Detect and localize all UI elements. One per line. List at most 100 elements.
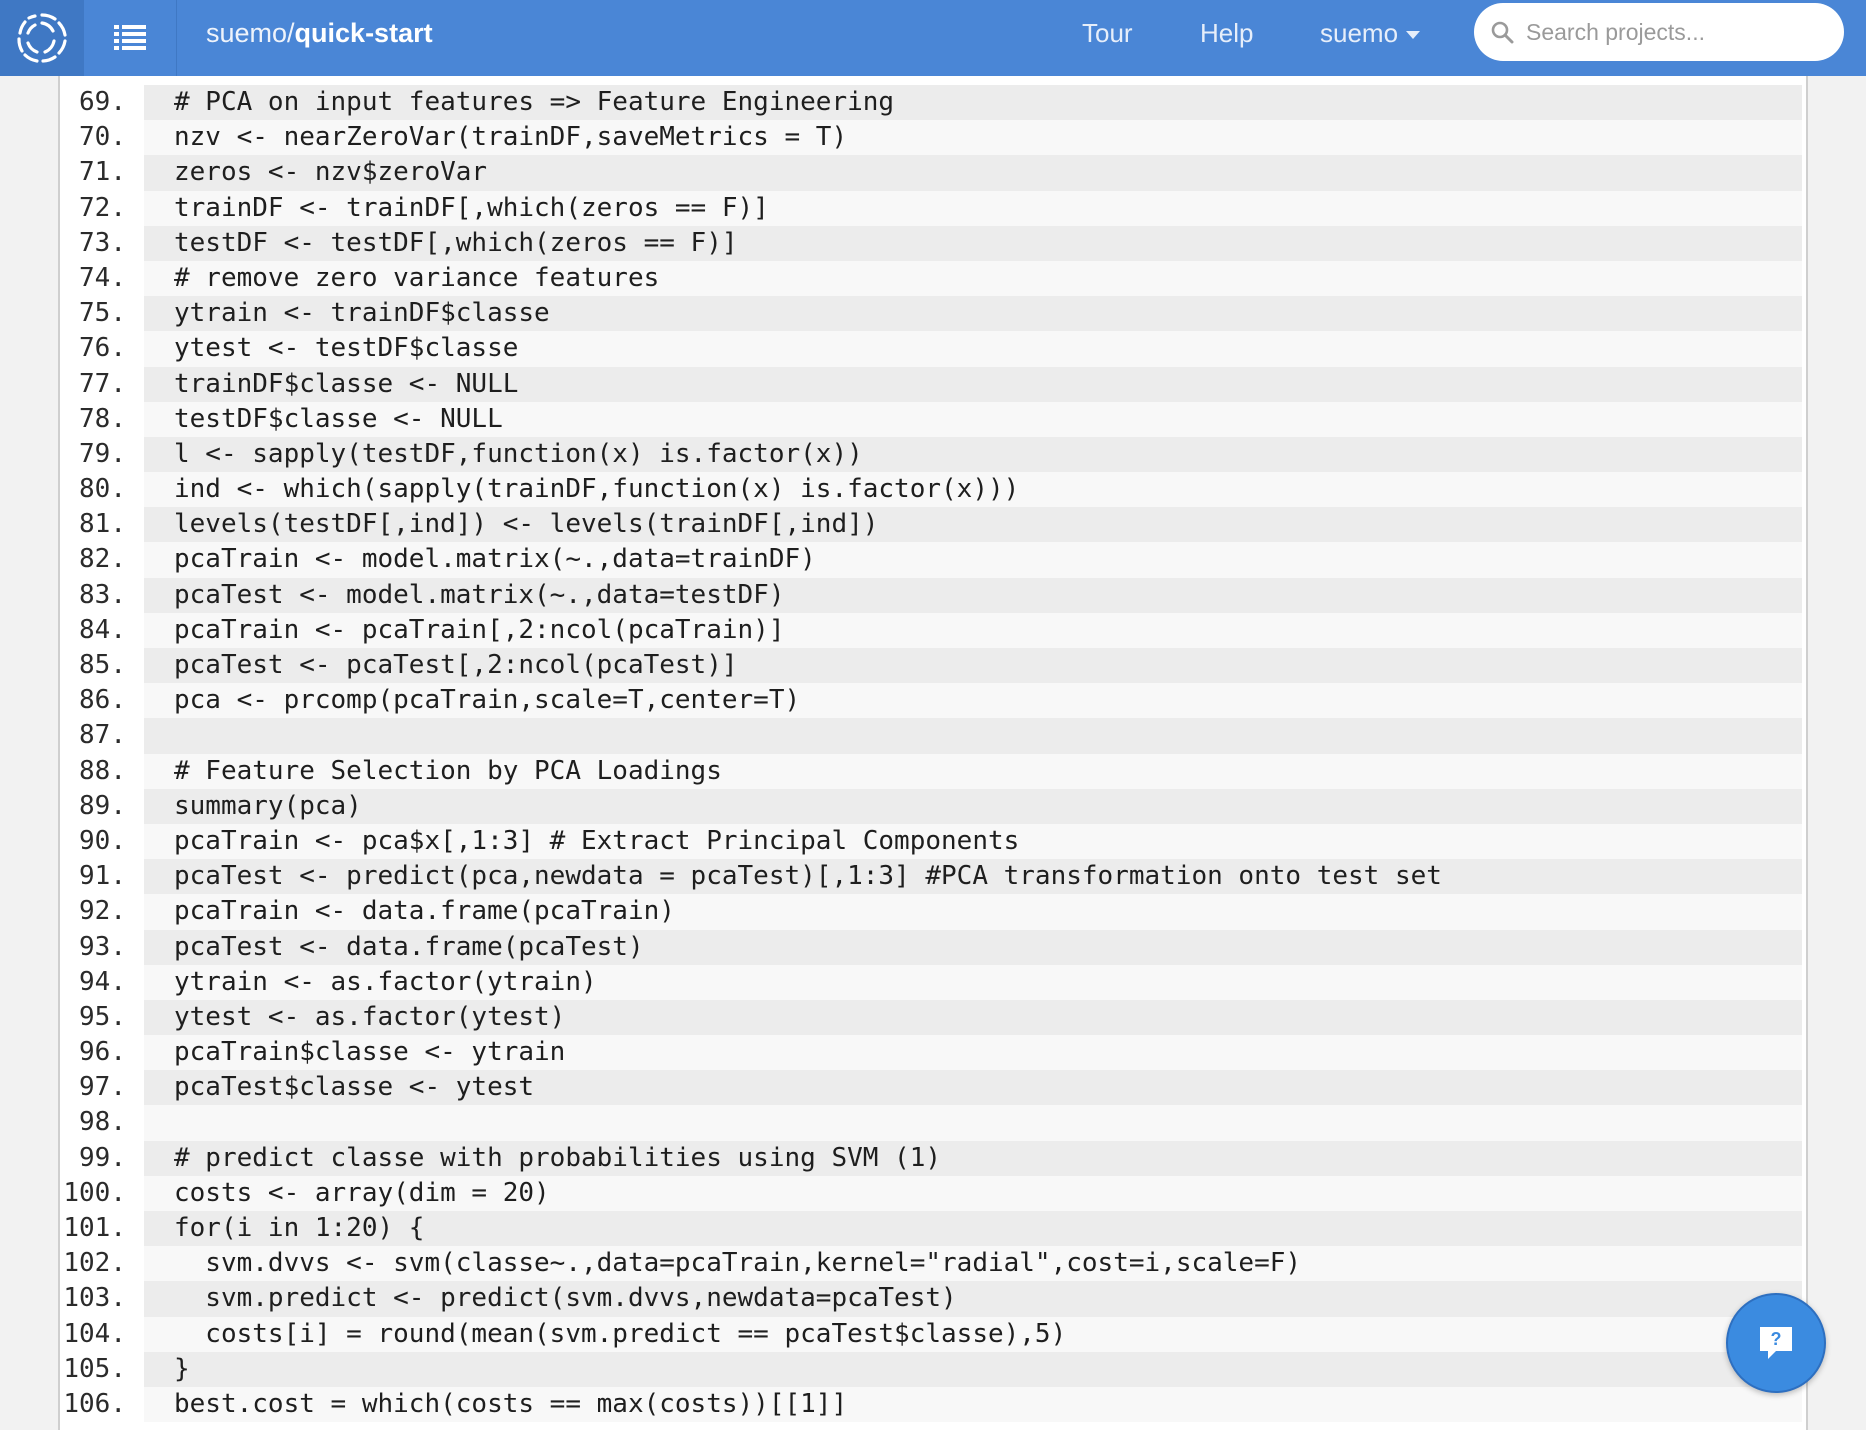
code-text: svm.predict <- predict(svm.dvvs,newdata=… xyxy=(144,1281,1802,1317)
code-line: 99. # predict classe with probabilities u… xyxy=(60,1140,1806,1176)
code-line: 72. trainDF <- trainDF[,which(zeros == F)… xyxy=(60,190,1806,226)
code-line: 75. ytrain <- trainDF$classe xyxy=(60,296,1806,332)
code-line: 105.} xyxy=(60,1351,1806,1387)
line-number: 104. xyxy=(63,1318,126,1349)
code-text: testDF$classe <- NULL xyxy=(144,401,1802,437)
code-text: # Feature Selection by PCA Loadings xyxy=(144,753,1802,789)
line-number: 84. xyxy=(79,614,126,645)
code-line: 73. testDF <- testDF[,which(zeros == F)] xyxy=(60,225,1806,261)
line-number: 78. xyxy=(79,403,126,434)
code-text: pcaTrain$classe <- ytrain xyxy=(144,1035,1802,1071)
code-text: pca <- prcomp(pcaTrain,scale=T,center=T) xyxy=(144,683,1802,719)
code-text: svm.dvvs <- svm(classe~.,data=pcaTrain,k… xyxy=(144,1246,1802,1282)
code-text: # remove zero variance features xyxy=(144,260,1802,297)
code-text: l <- sapply(testDF,function(x) is.factor… xyxy=(144,436,1802,473)
code-line: 81. levels(testDF[,ind]) <- levels(trainD… xyxy=(60,507,1806,543)
line-number: 99. xyxy=(79,1142,126,1173)
line-number: 72. xyxy=(79,192,126,223)
code-text: pcaTest <- predict(pca,newdata = pcaTest… xyxy=(144,859,1802,895)
code-text: testDF <- testDF[,which(zeros == F)] xyxy=(144,225,1802,261)
code-line: 83. pcaTest <- model.matrix(~.,data=testD… xyxy=(60,577,1806,613)
code-text: summary(pca) xyxy=(144,788,1802,824)
code-text: pcaTest <- data.frame(pcaTest) xyxy=(144,929,1802,965)
code-line: 85. pcaTest <- pcaTest[,2:ncol(pcaTest)] xyxy=(60,648,1806,684)
code-line: 90. pcaTrain <- pca$x[,1:3] # Extract Pri… xyxy=(60,823,1806,860)
line-number: 101. xyxy=(63,1213,126,1243)
line-number: 105. xyxy=(63,1353,126,1384)
code-line: 89. summary(pca) xyxy=(60,788,1806,824)
line-number: 102. xyxy=(63,1248,126,1279)
code-line: 91. pcaTest <- predict(pca,newdata = pcaT… xyxy=(60,859,1806,895)
code-line: 71. zeros <- nzv$zeroVar xyxy=(60,155,1806,191)
code-line: 104. costs[i] = round(mean(svm.predict =… xyxy=(60,1316,1806,1352)
spinner-logo-icon xyxy=(17,13,67,63)
code-text: trainDF$classe <- NULL xyxy=(144,366,1802,402)
line-number: 87. xyxy=(79,720,126,751)
code-line: 82. pcaTrain <- model.matrix(~.,data=trai… xyxy=(60,542,1806,578)
line-number: 103. xyxy=(63,1283,126,1314)
line-number: 95. xyxy=(79,1001,126,1032)
code-line: 103. svm.predict <- predict(svm.dvvs,new… xyxy=(60,1281,1806,1317)
code-text: pcaTest$classe <- ytest xyxy=(144,1070,1802,1106)
search-input[interactable] xyxy=(1524,17,1818,47)
code-text: ytest <- testDF$classe xyxy=(144,331,1802,367)
search-box[interactable] xyxy=(1474,3,1844,61)
code-line: 87. xyxy=(60,718,1806,754)
line-number: 93. xyxy=(79,931,126,962)
code-line: 80. ind <- which(sapply(trainDF,function(… xyxy=(60,472,1806,508)
code-line: 88. # Feature Selection by PCA Loadings xyxy=(60,753,1806,789)
help-question-icon: ? xyxy=(1760,1327,1792,1359)
code-line: 92. pcaTrain <- data.frame(pcaTrain) xyxy=(60,894,1806,930)
user-menu[interactable]: suemo xyxy=(1320,0,1421,66)
code-text: # predict classe with probabilities usin… xyxy=(144,1140,1802,1176)
code-text: costs <- array(dim = 20) xyxy=(144,1175,1802,1211)
svg-text:?: ? xyxy=(1771,1329,1782,1349)
line-number: 80. xyxy=(79,474,126,505)
code-text: levels(testDF[,ind]) <- levels(trainDF[,… xyxy=(144,507,1802,543)
project-breadcrumb: suemo/quick-start xyxy=(206,0,433,66)
code-text: pcaTrain <- pcaTrain[,2:ncol(pcaTrain)] xyxy=(144,612,1802,648)
line-number: 100. xyxy=(63,1177,126,1208)
line-number: 77. xyxy=(79,368,126,399)
line-number: 97. xyxy=(79,1072,126,1103)
line-number: 86. xyxy=(79,685,126,716)
home-logo-button[interactable] xyxy=(0,0,84,76)
line-number: 75. xyxy=(79,298,126,329)
line-number: 90. xyxy=(79,825,126,856)
line-number: 94. xyxy=(79,966,126,997)
code-line: 84. pcaTrain <- pcaTrain[,2:ncol(pcaTrain… xyxy=(60,612,1806,648)
code-line: 98. xyxy=(60,1105,1806,1141)
line-number: 83. xyxy=(79,579,126,610)
code-text xyxy=(144,718,1802,754)
project-name-link[interactable]: quick-start xyxy=(295,18,433,48)
code-text: pcaTrain <- pca$x[,1:3] # Extract Princi… xyxy=(144,823,1802,860)
owner-link[interactable]: suemo/ xyxy=(206,18,295,48)
code-text: ind <- which(sapply(trainDF,function(x) … xyxy=(144,472,1802,508)
tour-link[interactable]: Tour xyxy=(1082,0,1133,66)
code-text: pcaTest <- pcaTest[,2:ncol(pcaTest)] xyxy=(144,648,1802,684)
code-text: nzv <- nearZeroVar(trainDF,saveMetrics =… xyxy=(144,120,1802,156)
code-line: 95. ytest <- as.factor(ytest) xyxy=(60,999,1806,1036)
line-number: 96. xyxy=(79,1037,126,1068)
help-link[interactable]: Help xyxy=(1200,0,1253,66)
help-chat-button[interactable]: ? xyxy=(1726,1293,1826,1393)
project-menu-button[interactable] xyxy=(84,0,177,76)
code-line: 76. ytest <- testDF$classe xyxy=(60,331,1806,367)
code-line: 102. svm.dvvs <- svm(classe~.,data=pcaTr… xyxy=(60,1246,1806,1282)
code-text: pcaTest <- model.matrix(~.,data=testDF) xyxy=(144,577,1802,613)
user-name: suemo xyxy=(1320,18,1399,48)
code-text: ytrain <- as.factor(ytrain) xyxy=(144,964,1802,1000)
search-icon xyxy=(1491,21,1514,44)
line-number: 70. xyxy=(79,122,126,153)
line-number: 82. xyxy=(79,544,126,575)
code-text: pcaTrain <- data.frame(pcaTrain) xyxy=(144,894,1802,930)
line-number: 89. xyxy=(79,790,126,821)
line-number: 92. xyxy=(79,896,126,927)
line-number: 85. xyxy=(79,650,126,680)
line-number: 71. xyxy=(79,157,126,188)
list-icon xyxy=(114,25,146,50)
line-number: 106. xyxy=(63,1388,126,1419)
line-number: 81. xyxy=(79,509,126,540)
top-navbar: suemo/quick-start Tour Help suemo xyxy=(0,0,1866,76)
code-text xyxy=(144,1105,1802,1141)
